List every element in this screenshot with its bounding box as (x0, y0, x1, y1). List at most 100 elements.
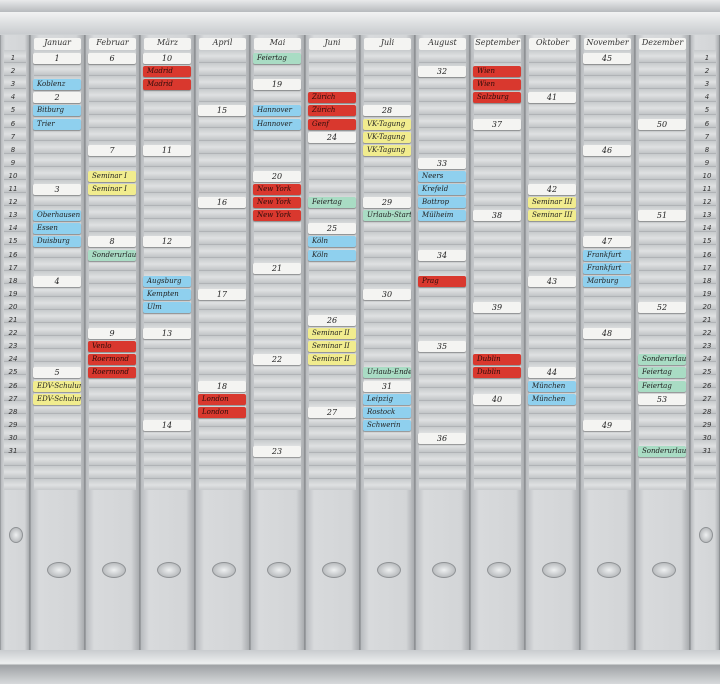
week-number-card[interactable]: 48 (583, 328, 631, 340)
event-card[interactable]: München (528, 393, 576, 405)
event-card[interactable]: Seminar II (308, 341, 356, 353)
event-card[interactable]: New York (253, 197, 301, 209)
week-number-card[interactable]: 13 (143, 328, 191, 340)
event-card[interactable]: VK-Tagung (363, 118, 411, 130)
week-number-card[interactable]: 35 (418, 341, 466, 353)
event-card[interactable]: Zürich (308, 92, 356, 104)
week-number-card[interactable]: 10 (143, 53, 191, 64)
event-card[interactable]: Feiertag (638, 380, 686, 392)
week-number-card[interactable]: 41 (528, 92, 576, 104)
event-card[interactable]: Genf (308, 118, 356, 130)
week-number-card[interactable]: 51 (638, 210, 686, 222)
event-card[interactable]: Salzburg (473, 92, 521, 104)
event-card[interactable]: Köln (308, 236, 356, 248)
column-knob[interactable] (486, 562, 511, 578)
column-knob[interactable] (431, 562, 456, 578)
week-number-card[interactable]: 37 (473, 118, 521, 130)
week-number-card[interactable]: 3 (33, 184, 81, 195)
column-knob[interactable] (541, 562, 566, 578)
event-card[interactable]: Madrid (143, 79, 191, 91)
event-card[interactable]: Prag (418, 275, 466, 287)
event-card[interactable]: Krefeld (418, 184, 466, 195)
week-number-card[interactable]: 45 (583, 53, 631, 64)
column-knob[interactable] (46, 562, 71, 578)
event-card[interactable]: Oberhausen (33, 210, 81, 222)
week-number-card[interactable]: 52 (638, 301, 686, 313)
week-number-card[interactable]: 33 (418, 157, 466, 169)
event-card[interactable]: Mülheim (418, 210, 466, 222)
event-card[interactable]: Seminar II (308, 354, 356, 366)
week-number-card[interactable]: 19 (253, 79, 301, 91)
side-knob[interactable] (699, 527, 713, 543)
event-card[interactable]: Hannover (253, 118, 301, 130)
week-number-card[interactable]: 36 (418, 432, 466, 444)
week-number-card[interactable]: 26 (308, 315, 356, 326)
event-card[interactable]: Augsburg (143, 275, 191, 287)
event-card[interactable]: Schwerin (363, 419, 411, 431)
event-card[interactable]: Roermond (88, 367, 136, 379)
event-card[interactable]: New York (253, 184, 301, 195)
column-knob[interactable] (321, 562, 346, 578)
event-card[interactable]: Sonderurlaub (638, 446, 686, 457)
week-number-card[interactable]: 49 (583, 419, 631, 431)
event-card[interactable]: Duisburg (33, 236, 81, 248)
column-knob[interactable] (156, 562, 181, 578)
event-card[interactable]: Seminar II (308, 328, 356, 340)
week-number-card[interactable]: 50 (638, 118, 686, 130)
event-card[interactable]: Bottrop (418, 197, 466, 209)
week-number-card[interactable]: 44 (528, 367, 576, 379)
week-number-card[interactable]: 21 (253, 262, 301, 274)
column-knob[interactable] (651, 562, 676, 578)
week-number-card[interactable]: 42 (528, 184, 576, 195)
event-card[interactable]: Seminar I (88, 170, 136, 182)
event-card[interactable]: Bitburg (33, 105, 81, 117)
event-card[interactable]: Sonderurlaub (88, 249, 136, 261)
week-number-card[interactable]: 27 (308, 406, 356, 418)
event-card[interactable]: Venlo (88, 341, 136, 353)
event-card[interactable]: VK-Tagung (363, 144, 411, 156)
week-number-card[interactable]: 30 (363, 288, 411, 300)
week-number-card[interactable]: 39 (473, 301, 521, 313)
week-number-card[interactable]: 14 (143, 419, 191, 431)
week-number-card[interactable]: 16 (198, 197, 246, 209)
week-number-card[interactable]: 24 (308, 131, 356, 143)
week-number-card[interactable]: 29 (363, 197, 411, 209)
column-knob[interactable] (211, 562, 236, 578)
event-card[interactable]: Urlaub-Start (363, 210, 411, 222)
event-card[interactable]: Wien (473, 66, 521, 78)
event-card[interactable]: München (528, 380, 576, 392)
event-card[interactable]: Roermond (88, 354, 136, 366)
event-card[interactable]: Kempten (143, 288, 191, 300)
week-number-card[interactable]: 40 (473, 393, 521, 405)
week-number-card[interactable]: 8 (88, 236, 136, 248)
week-number-card[interactable]: 18 (198, 380, 246, 392)
event-card[interactable]: EDV-Schulung (33, 393, 81, 405)
side-knob[interactable] (9, 527, 23, 543)
week-number-card[interactable]: 53 (638, 393, 686, 405)
event-card[interactable]: London (198, 393, 246, 405)
event-card[interactable]: Seminar III (528, 197, 576, 209)
event-card[interactable]: Feiertag (638, 367, 686, 379)
event-card[interactable]: Neers (418, 170, 466, 182)
week-number-card[interactable]: 43 (528, 275, 576, 287)
week-number-card[interactable]: 7 (88, 144, 136, 156)
week-number-card[interactable]: 47 (583, 236, 631, 248)
week-number-card[interactable]: 1 (33, 53, 81, 64)
event-card[interactable]: Koblenz (33, 79, 81, 91)
week-number-card[interactable]: 23 (253, 446, 301, 457)
column-knob[interactable] (376, 562, 401, 578)
event-card[interactable]: Marburg (583, 275, 631, 287)
event-card[interactable]: New York (253, 210, 301, 222)
event-card[interactable]: Feiertag (308, 197, 356, 209)
event-card[interactable]: Leipzig (363, 393, 411, 405)
event-card[interactable]: Essen (33, 223, 81, 235)
week-number-card[interactable]: 22 (253, 354, 301, 366)
column-knob[interactable] (596, 562, 621, 578)
event-card[interactable]: London (198, 406, 246, 418)
week-number-card[interactable]: 4 (33, 275, 81, 287)
event-card[interactable]: Dublin (473, 367, 521, 379)
event-card[interactable]: Seminar I (88, 184, 136, 195)
event-card[interactable]: Dublin (473, 354, 521, 366)
week-number-card[interactable]: 9 (88, 328, 136, 340)
week-number-card[interactable]: 25 (308, 223, 356, 235)
